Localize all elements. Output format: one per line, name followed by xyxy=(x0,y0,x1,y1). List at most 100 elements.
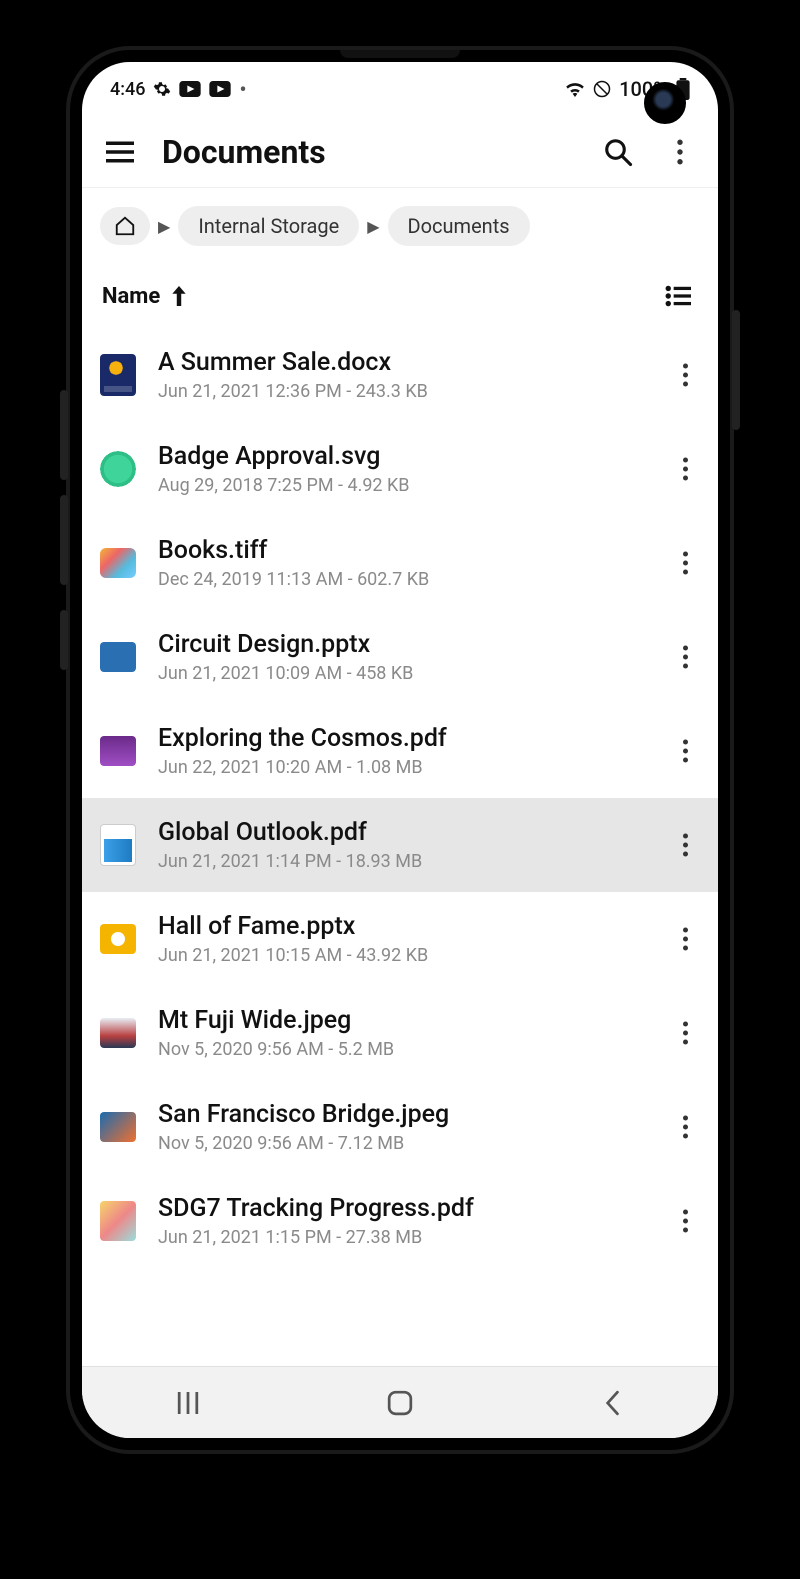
phone-frame: 4:46 • 100% xyxy=(70,50,730,1450)
file-name: Books.tiff xyxy=(158,536,648,565)
file-meta: Jun 21, 2021 12:36 PM - 243.3 KB xyxy=(158,381,648,402)
volume-up-button[interactable] xyxy=(60,390,68,480)
bixby-button[interactable] xyxy=(60,610,68,670)
home-button[interactable] xyxy=(360,1383,440,1423)
view-mode-button[interactable] xyxy=(658,276,698,316)
file-thumbnail xyxy=(100,451,136,487)
file-name: SDG7 Tracking Progress.pdf xyxy=(158,1194,648,1223)
menu-button[interactable] xyxy=(100,132,140,172)
breadcrumb-label: Documents xyxy=(408,214,510,238)
file-info: Hall of Fame.pptx Jun 21, 2021 10:15 AM -… xyxy=(158,912,648,966)
recents-button[interactable] xyxy=(148,1383,228,1423)
file-thumbnail xyxy=(100,1112,136,1142)
youtube-icon xyxy=(179,81,201,97)
file-info: A Summer Sale.docx Jun 21, 2021 12:36 PM … xyxy=(158,348,648,402)
status-bar: 4:46 • 100% xyxy=(82,62,718,116)
file-info: Circuit Design.pptx Jun 21, 2021 10:09 AM… xyxy=(158,630,648,684)
file-row[interactable]: A Summer Sale.docx Jun 21, 2021 12:36 PM … xyxy=(82,328,718,422)
home-icon xyxy=(114,215,136,237)
file-info: San Francisco Bridge.jpeg Nov 5, 2020 9:5… xyxy=(158,1100,648,1154)
file-name: Hall of Fame.pptx xyxy=(158,912,648,941)
file-meta: Jun 21, 2021 1:15 PM - 27.38 MB xyxy=(158,1227,648,1248)
front-camera xyxy=(644,82,686,124)
earpiece xyxy=(340,50,460,58)
breadcrumb-item[interactable]: Internal Storage xyxy=(178,206,359,246)
file-info: SDG7 Tracking Progress.pdf Jun 21, 2021 1… xyxy=(158,1194,648,1248)
more-notifications-icon: • xyxy=(239,77,246,101)
file-meta: Jun 21, 2021 10:09 AM - 458 KB xyxy=(158,663,648,684)
file-more-button[interactable] xyxy=(670,919,700,959)
file-name: Exploring the Cosmos.pdf xyxy=(158,724,648,753)
file-info: Mt Fuji Wide.jpeg Nov 5, 2020 9:56 AM - 5… xyxy=(158,1006,648,1060)
file-row[interactable]: San Francisco Bridge.jpeg Nov 5, 2020 9:5… xyxy=(82,1080,718,1174)
file-thumbnail xyxy=(100,736,136,766)
file-meta: Aug 29, 2018 7:25 PM - 4.92 KB xyxy=(158,475,648,496)
page-title: Documents xyxy=(162,133,326,171)
system-nav-bar xyxy=(82,1366,718,1438)
file-more-button[interactable] xyxy=(670,825,700,865)
file-row[interactable]: SDG7 Tracking Progress.pdf Jun 21, 2021 1… xyxy=(82,1174,718,1268)
file-more-button[interactable] xyxy=(670,637,700,677)
volume-down-button[interactable] xyxy=(60,495,68,585)
file-name: Mt Fuji Wide.jpeg xyxy=(158,1006,648,1035)
breadcrumb: ▶ Internal Storage ▶ Documents xyxy=(82,188,718,264)
sort-toggle[interactable]: Name xyxy=(102,284,188,309)
screen: 4:46 • 100% xyxy=(82,62,718,1438)
breadcrumb-home[interactable] xyxy=(100,207,150,245)
sort-bar: Name xyxy=(82,264,718,328)
file-row[interactable]: Exploring the Cosmos.pdf Jun 22, 2021 10:… xyxy=(82,704,718,798)
file-more-button[interactable] xyxy=(670,1013,700,1053)
back-button[interactable] xyxy=(572,1383,652,1423)
file-info: Global Outlook.pdf Jun 21, 2021 1:14 PM -… xyxy=(158,818,648,872)
file-name: San Francisco Bridge.jpeg xyxy=(158,1100,648,1129)
chevron-right-icon: ▶ xyxy=(158,217,170,236)
wifi-icon xyxy=(565,81,585,97)
sort-label: Name xyxy=(102,284,160,309)
file-row[interactable]: Badge Approval.svg Aug 29, 2018 7:25 PM -… xyxy=(82,422,718,516)
file-thumbnail xyxy=(100,824,136,866)
search-button[interactable] xyxy=(598,132,638,172)
file-name: Global Outlook.pdf xyxy=(158,818,648,847)
file-more-button[interactable] xyxy=(670,543,700,583)
app-bar: Documents xyxy=(82,116,718,188)
file-more-button[interactable] xyxy=(670,1107,700,1147)
file-meta: Jun 21, 2021 10:15 AM - 43.92 KB xyxy=(158,945,648,966)
breadcrumb-item[interactable]: Documents xyxy=(388,206,530,246)
file-row[interactable]: Circuit Design.pptx Jun 21, 2021 10:09 AM… xyxy=(82,610,718,704)
file-meta: Nov 5, 2020 9:56 AM - 5.2 MB xyxy=(158,1039,648,1060)
file-thumbnail xyxy=(100,924,136,954)
file-more-button[interactable] xyxy=(670,1201,700,1241)
arrow-up-icon xyxy=(170,286,188,306)
file-info: Exploring the Cosmos.pdf Jun 22, 2021 10:… xyxy=(158,724,648,778)
file-name: Circuit Design.pptx xyxy=(158,630,648,659)
file-row[interactable]: Books.tiff Dec 24, 2019 11:13 AM - 602.7 … xyxy=(82,516,718,610)
breadcrumb-label: Internal Storage xyxy=(198,214,339,238)
file-meta: Jun 22, 2021 10:20 AM - 1.08 MB xyxy=(158,757,648,778)
chevron-right-icon: ▶ xyxy=(367,217,379,236)
file-thumbnail xyxy=(100,1201,136,1241)
file-info: Badge Approval.svg Aug 29, 2018 7:25 PM -… xyxy=(158,442,648,496)
file-meta: Nov 5, 2020 9:56 AM - 7.12 MB xyxy=(158,1133,648,1154)
no-sim-icon xyxy=(593,80,611,98)
file-row[interactable]: Global Outlook.pdf Jun 21, 2021 1:14 PM -… xyxy=(82,798,718,892)
file-more-button[interactable] xyxy=(670,449,700,489)
file-meta: Dec 24, 2019 11:13 AM - 602.7 KB xyxy=(158,569,648,590)
file-row[interactable]: Hall of Fame.pptx Jun 21, 2021 10:15 AM -… xyxy=(82,892,718,986)
file-list[interactable]: A Summer Sale.docx Jun 21, 2021 12:36 PM … xyxy=(82,328,718,1366)
file-name: A Summer Sale.docx xyxy=(158,348,648,377)
power-button[interactable] xyxy=(732,310,740,430)
file-thumbnail xyxy=(100,548,136,578)
list-view-icon xyxy=(665,285,691,307)
file-meta: Jun 21, 2021 1:14 PM - 18.93 MB xyxy=(158,851,648,872)
status-time: 4:46 xyxy=(110,79,145,100)
settings-icon xyxy=(153,80,171,98)
file-more-button[interactable] xyxy=(670,355,700,395)
file-more-button[interactable] xyxy=(670,731,700,771)
file-thumbnail xyxy=(100,1018,136,1048)
file-info: Books.tiff Dec 24, 2019 11:13 AM - 602.7 … xyxy=(158,536,648,590)
more-options-button[interactable] xyxy=(660,132,700,172)
youtube-icon xyxy=(209,81,231,97)
file-row[interactable]: Mt Fuji Wide.jpeg Nov 5, 2020 9:56 AM - 5… xyxy=(82,986,718,1080)
file-name: Badge Approval.svg xyxy=(158,442,648,471)
file-thumbnail xyxy=(100,354,136,396)
